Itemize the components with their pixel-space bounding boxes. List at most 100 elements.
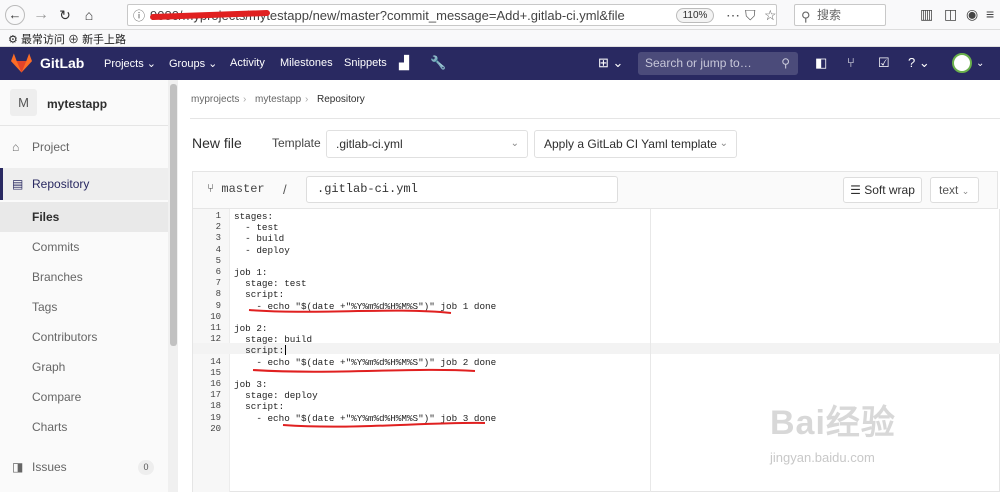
file-name-input[interactable]: .gitlab-ci.yml [306,176,618,203]
forward-icon[interactable]: → [30,5,52,25]
text-cursor [285,345,286,355]
sidebar-item-label: Commits [32,240,80,254]
code-line: stages: [234,211,274,222]
code-line: - echo "$(date +"%Y%m%d%H%M%S")" job 1 d… [234,300,497,312]
language-dropdown[interactable]: text ⌄ [930,177,979,203]
line-number: 5 [215,255,221,266]
pocket-icon[interactable]: ⛉ [745,7,756,24]
sidebar-item-branches[interactable]: Branches [0,262,168,292]
project-name[interactable]: mytestapp [47,97,107,111]
sidebar-item-files[interactable]: Files [0,202,168,232]
nav-projects[interactable]: Projects ⌄ [104,57,156,70]
sidebar-item-compare[interactable]: Compare [0,382,168,412]
code-line: stage: test [234,278,307,290]
code-line: - build [234,233,285,245]
todo-icon[interactable]: ☑ [878,55,890,71]
sidebar-icon[interactable]: ◧ [815,55,827,71]
sidebar-item-issues[interactable]: ◨ Issues 0 [0,452,168,482]
line-number: 3 [215,233,221,244]
back-icon[interactable]: ← [5,5,25,25]
home-icon: ⌂ [12,140,20,154]
template-type-value: .gitlab-ci.yml [336,137,403,151]
sidebar-item-graph[interactable]: Graph [0,352,168,382]
url-bar[interactable]: ⓘ 9080/myprojects/mytestapp/new/master?c… [127,4,777,26]
nav-groups[interactable]: Groups ⌄ [169,57,217,70]
nav-activity[interactable]: Activity [230,57,265,69]
sidebar-item-label: Compare [32,390,82,404]
sidebar-item-tags[interactable]: Tags [0,292,168,322]
bookmark-most-visited[interactable]: ⚙ 最常访问 [8,31,65,47]
line-number: 10 [210,311,221,322]
nav-milestones[interactable]: Milestones [280,57,333,69]
bookmark-star-icon[interactable]: ☆ [764,7,777,24]
sidebar-item-contributors[interactable]: Contributors [0,322,168,352]
library-icon[interactable]: ▥ [920,6,933,23]
code-line: job 1: [234,267,268,278]
breadcrumb-myprojects[interactable]: myprojects [191,94,239,105]
menu-icon[interactable]: ≡ [986,6,994,22]
bookmark-getting-started[interactable]: ⊕ 新手上路 [68,31,126,47]
template-type-dropdown[interactable]: .gitlab-ci.yml ⌄ [326,130,528,158]
user-avatar[interactable] [952,53,972,73]
sidebar-item-repository[interactable]: ▤ Repository [0,168,168,200]
gitlab-search-placeholder: Search or jump to… [645,56,752,70]
chart-icon[interactable]: ▟ [399,55,409,71]
info-icon[interactable]: ⓘ [133,7,145,24]
browser-search-input[interactable]: ⚲ 搜索 [794,4,886,26]
sidebar-item-label: Charts [32,420,68,434]
line-number: 9 [215,300,221,311]
gitlab-logo-icon[interactable] [11,53,32,73]
code-line: stage: build [234,334,313,346]
sidebar-item-label: Project [32,140,70,154]
home-icon[interactable]: ⌂ [78,5,100,25]
code-editor[interactable]: 1234567891011121314151617181920 stages: … [192,209,1000,492]
apply-template-label: Apply a GitLab CI Yaml template [544,137,717,151]
breadcrumb-mytestapp[interactable]: mytestapp [255,94,301,105]
line-number: 18 [210,401,221,412]
baidu-watermark: Bai经验 [770,395,896,444]
line-number: 6 [215,267,221,277]
project-avatar[interactable]: M [10,89,37,116]
sidebar-item-label: Issues [32,460,67,474]
branch-label: master [221,182,265,196]
chevron-down-icon: ⌄ [719,138,728,149]
zoom-level[interactable]: 110% [676,8,714,23]
apply-template-dropdown[interactable]: Apply a GitLab CI Yaml template ⌄ [534,130,737,158]
gitlab-search-input[interactable]: Search or jump to… ⚲ [638,52,798,75]
gitlab-brand[interactable]: GitLab [40,55,84,71]
gitlab-navbar: GitLab Projects ⌄ Groups ⌄ Activity Mile… [0,47,1000,80]
nav-snippets[interactable]: Snippets [344,57,387,69]
language-value: text [939,183,959,197]
line-number: 7 [215,278,221,289]
breadcrumb-repository[interactable]: Repository [317,94,365,105]
plus-icon[interactable]: ⊞ ⌄ [598,55,623,71]
line-number: 2 [215,222,221,233]
path-separator: / [283,182,287,197]
code-line: script: [234,401,285,413]
issues-icon: ◨ [12,460,24,474]
line-number: 19 [210,412,221,423]
line-number: 11 [210,323,221,333]
wrench-icon[interactable]: 🔧 [430,55,446,71]
line-number: 20 [210,423,221,434]
reload-icon[interactable]: ↻ [54,5,76,25]
help-icon[interactable]: ? ⌄ [908,55,930,71]
sidebar-toggle-icon[interactable]: ◫ [944,6,957,23]
sidebar-scrollbar-thumb[interactable] [170,84,177,346]
page-title: New file [192,135,242,151]
code-line: - echo "$(date +"%Y%m%d%H%M%S")" job 3 d… [234,412,497,424]
soft-wrap-label: Soft wrap [864,183,915,197]
branch-icon: ⑂ [207,182,215,196]
soft-wrap-button[interactable]: ☰ Soft wrap [843,177,922,203]
sidebar-item-commits[interactable]: Commits [0,232,168,262]
search-icon: ⚲ [801,9,811,24]
merge-request-icon[interactable]: ⑂ [847,55,855,70]
account-icon[interactable]: ◉ [966,6,978,23]
code-line: - deploy [234,244,290,256]
chevron-down-icon[interactable]: ⌄ [976,58,984,69]
sidebar-item-charts[interactable]: Charts [0,412,168,442]
sidebar-item-project[interactable]: ⌂ Project [0,132,168,162]
bookmark-label: 新手上路 [82,34,127,46]
wrap-icon: ☰ [850,183,861,197]
page-actions-icon[interactable]: ⋯ [726,7,740,24]
